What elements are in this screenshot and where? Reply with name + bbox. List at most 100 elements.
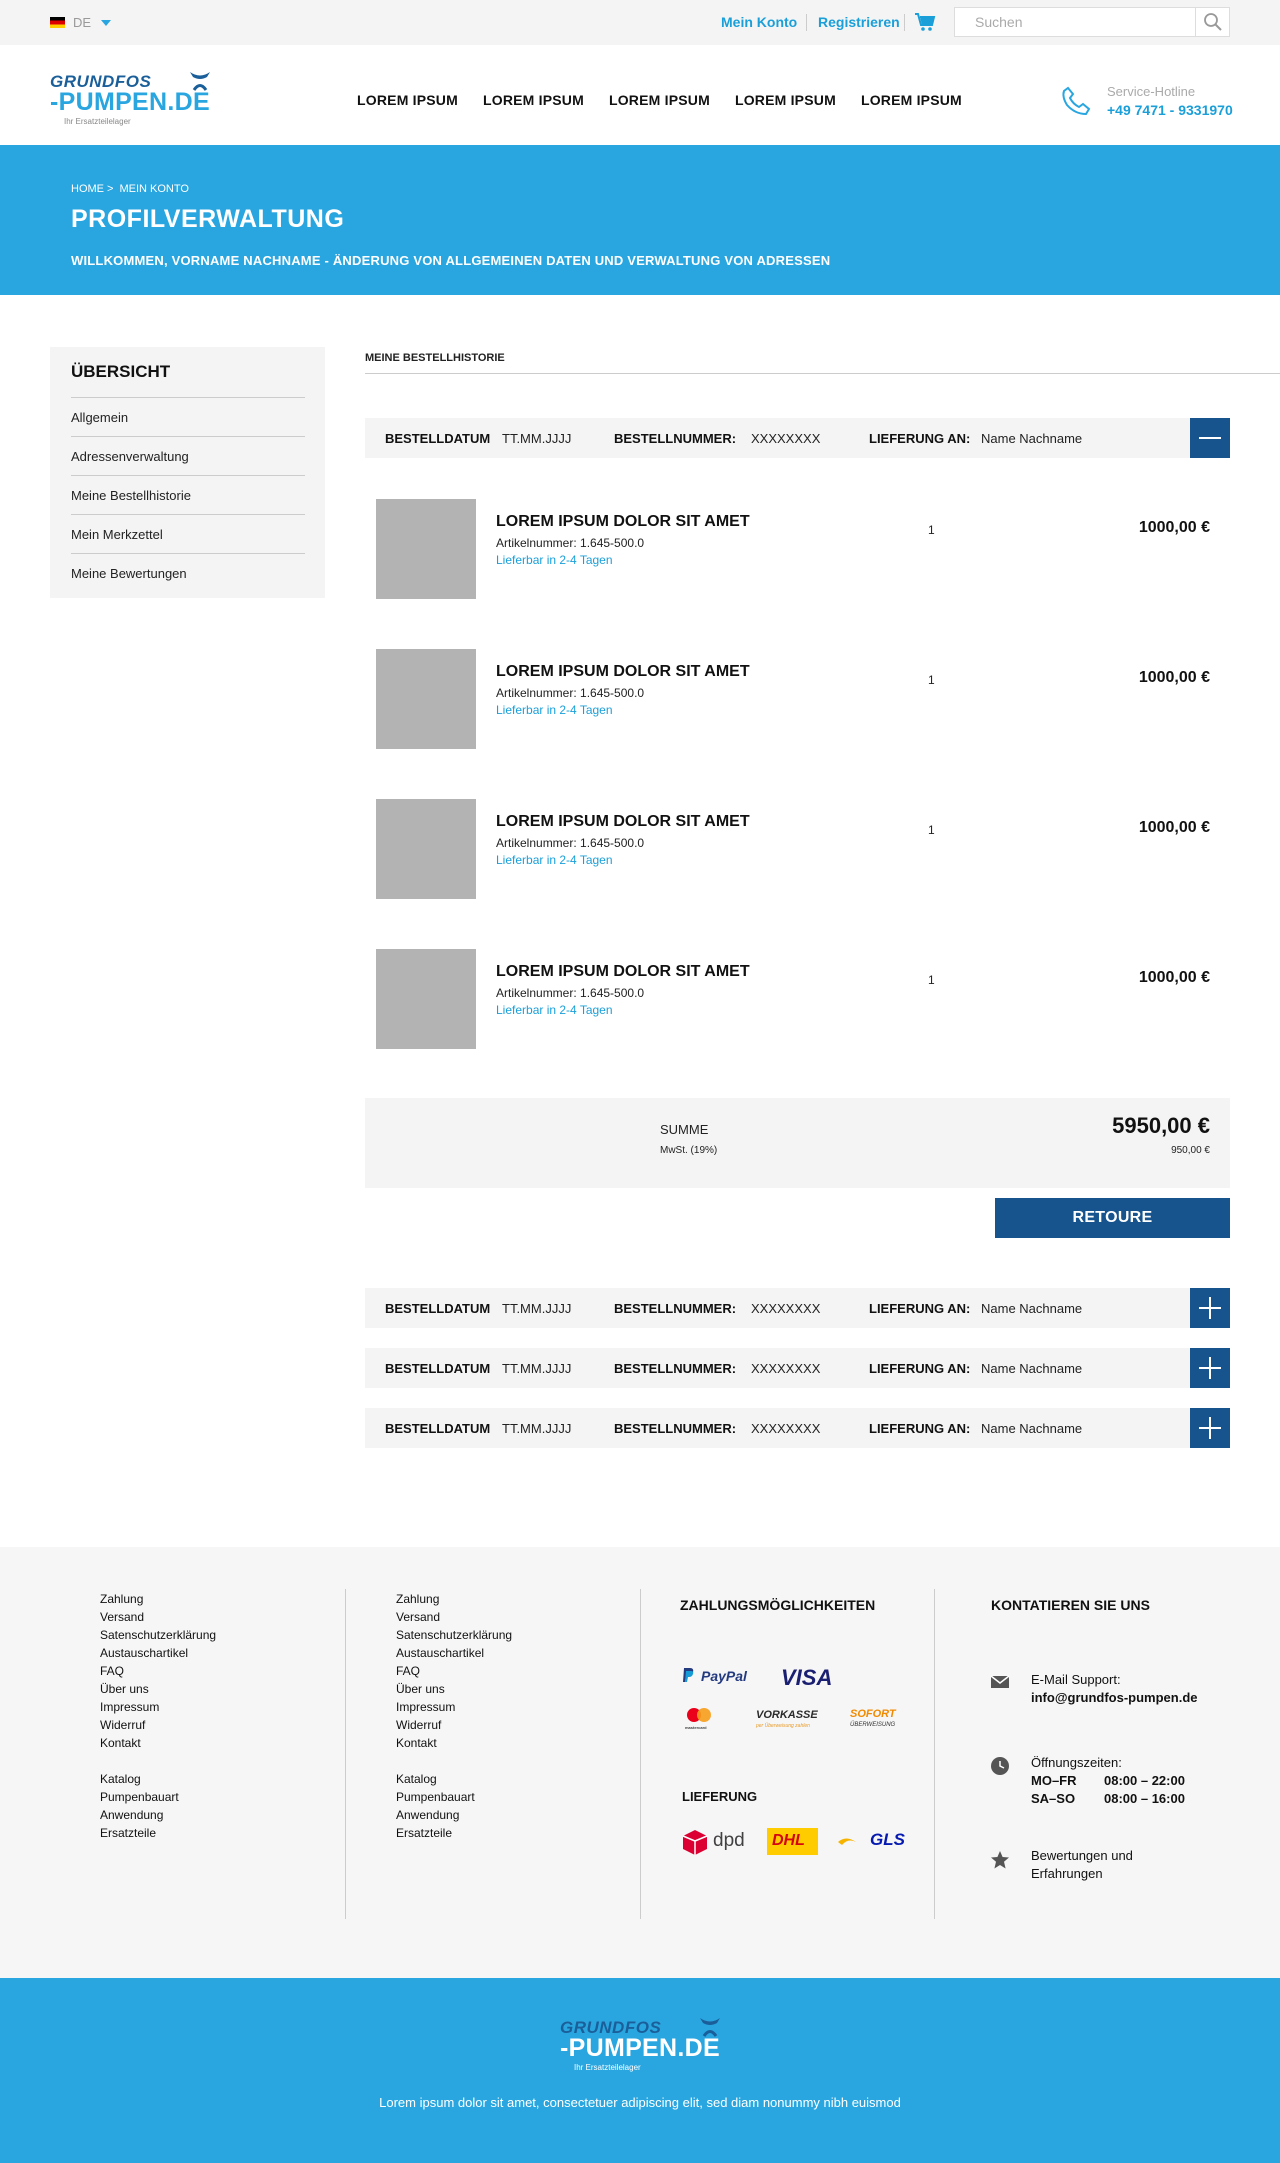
reviews-line2: Erfahrungen — [1031, 1866, 1103, 1881]
footer-link[interactable]: Über uns — [100, 1680, 216, 1698]
product-title[interactable]: LOREM IPSUM DOLOR SIT AMET — [496, 513, 750, 531]
divider — [365, 373, 1280, 374]
footer-link[interactable]: Über uns — [396, 1680, 512, 1698]
order-header[interactable]: BESTELLDATUM TT.MM.JJJJ BESTELLNUMMER: X… — [365, 1288, 1230, 1328]
footer-link[interactable]: Satenschutzerklärung — [100, 1626, 216, 1644]
footer-link[interactable]: Pumpenbauart — [396, 1788, 512, 1806]
footer-link[interactable]: Zahlung — [100, 1590, 216, 1608]
footer-link[interactable]: Ersatzteile — [396, 1824, 512, 1842]
expand-button[interactable] — [1190, 1288, 1230, 1328]
footer-link[interactable]: Kontakt — [100, 1734, 216, 1752]
nav-item-5[interactable]: LOREM IPSUM — [861, 92, 962, 108]
email-link[interactable]: info@grundfos-pumpen.de — [1031, 1689, 1198, 1707]
product-image[interactable] — [376, 649, 476, 749]
sum-label: SUMME — [660, 1122, 709, 1137]
nav-item-4[interactable]: LOREM IPSUM — [735, 92, 836, 108]
breadcrumb: HOME > MEIN KONTO — [71, 183, 189, 195]
register-link[interactable]: Registrieren — [818, 14, 900, 30]
order-header[interactable]: BESTELLDATUM TT.MM.JJJJ BESTELLNUMMER: X… — [365, 1348, 1230, 1388]
footer-link[interactable]: Anwendung — [100, 1806, 216, 1824]
footer-link[interactable]: Zahlung — [396, 1590, 512, 1608]
sidebar-item-wishlist[interactable]: Mein Merkzettel — [71, 515, 305, 554]
account-link[interactable]: Mein Konto — [721, 14, 797, 30]
footer-link[interactable]: Austauschartikel — [396, 1644, 512, 1662]
footer-logo[interactable]: GRUNDFOS -PUMPEN.DE Ihr Ersatzteilelager — [560, 2018, 732, 2088]
footer-link[interactable]: Austauschartikel — [100, 1644, 216, 1662]
collapse-button[interactable] — [1190, 418, 1230, 458]
footer-link[interactable]: Anwendung — [396, 1806, 512, 1824]
hours-days: MO–FR — [1031, 1773, 1077, 1788]
footer-link[interactable]: Widerruf — [396, 1716, 512, 1734]
nav-item-1[interactable]: LOREM IPSUM — [357, 92, 458, 108]
cart-icon[interactable] — [914, 11, 936, 33]
footer-link[interactable]: Ersatzteile — [100, 1824, 216, 1842]
hotline-number[interactable]: +49 7471 - 9331970 — [1107, 102, 1233, 118]
search-input[interactable] — [955, 8, 1195, 36]
order-header[interactable]: BESTELLDATUM TT.MM.JJJJ BESTELLNUMMER: X… — [365, 418, 1230, 458]
article-number: Artikelnummer: 1.645-500.0 — [496, 836, 645, 850]
language-label: DE — [73, 15, 92, 30]
search-box — [954, 7, 1230, 37]
breadcrumb-account[interactable]: MEIN KONTO — [119, 183, 188, 195]
product-title[interactable]: LOREM IPSUM DOLOR SIT AMET — [496, 813, 750, 831]
reviews-link[interactable]: Bewertungen und Erfahrungen — [1031, 1847, 1133, 1883]
order-item: LOREM IPSUM DOLOR SIT AMET Artikelnummer… — [365, 485, 1230, 605]
order-date: TT.MM.JJJJ — [502, 1361, 572, 1376]
order-date: TT.MM.JJJJ — [502, 431, 572, 446]
language-selector[interactable]: DE — [50, 15, 112, 30]
availability: Lieferbar in 2-4 Tagen — [496, 1003, 613, 1017]
search-button[interactable] — [1195, 8, 1229, 36]
sidebar-item-reviews[interactable]: Meine Bewertungen — [71, 554, 305, 592]
sidebar-item-addresses[interactable]: Adressenverwaltung — [71, 437, 305, 476]
product-title[interactable]: LOREM IPSUM DOLOR SIT AMET — [496, 963, 750, 981]
footer-link[interactable]: Katalog — [396, 1770, 512, 1788]
footer-link[interactable]: Katalog — [100, 1770, 216, 1788]
vat-label: MwSt. (19%) — [660, 1145, 718, 1156]
sidebar-item-general[interactable]: Allgemein — [71, 398, 305, 437]
footer-link[interactable]: FAQ — [396, 1662, 512, 1680]
chevron-down-icon — [101, 19, 112, 26]
order-delivery-label: LIEFERUNG AN: — [869, 431, 971, 446]
delivery-heading: LIEFERUNG — [682, 1789, 758, 1804]
footer-link[interactable]: Versand — [396, 1608, 512, 1626]
divider — [904, 14, 905, 31]
product-title[interactable]: LOREM IPSUM DOLOR SIT AMET — [496, 663, 750, 681]
nav-item-3[interactable]: LOREM IPSUM — [609, 92, 710, 108]
footer-link[interactable]: Pumpenbauart — [100, 1788, 216, 1806]
product-image[interactable] — [376, 949, 476, 1049]
sidebar-item-order-history[interactable]: Meine Bestellhistorie — [71, 476, 305, 515]
footer-link[interactable]: Impressum — [100, 1698, 216, 1716]
footer-link[interactable]: Impressum — [396, 1698, 512, 1716]
page-subtitle: WILLKOMMEN, VORNAME NACHNAME - ÄNDERUNG … — [71, 253, 831, 268]
footer-link[interactable]: Satenschutzerklärung — [396, 1626, 512, 1644]
footer-links-col1: Zahlung Versand Satenschutzerklärung Aus… — [100, 1590, 216, 1842]
footer-link[interactable]: Widerruf — [100, 1716, 216, 1734]
star-icon — [991, 1851, 1009, 1869]
footer-link[interactable]: Versand — [100, 1608, 216, 1626]
page-title: PROFILVERWALTUNG — [71, 205, 345, 233]
minus-icon — [1199, 437, 1221, 439]
tab-order-history[interactable]: MEINE BESTELLHISTORIE — [365, 352, 505, 364]
order-number-label: BESTELLNUMMER: — [614, 1361, 737, 1376]
order-header[interactable]: BESTELLDATUM TT.MM.JJJJ BESTELLNUMMER: X… — [365, 1408, 1230, 1448]
breadcrumb-home[interactable]: HOME > — [71, 183, 113, 195]
retoure-button[interactable]: RETOURE — [995, 1198, 1230, 1238]
price: 1000,00 € — [1138, 969, 1210, 986]
email-label: E-Mail Support: — [1031, 1672, 1121, 1687]
product-image[interactable] — [376, 499, 476, 599]
product-image[interactable] — [376, 799, 476, 899]
availability: Lieferbar in 2-4 Tagen — [496, 553, 613, 567]
price: 1000,00 € — [1138, 669, 1210, 686]
expand-button[interactable] — [1190, 1408, 1230, 1448]
vorkasse-subtitle: per Überweisung zahlen — [756, 1723, 810, 1729]
footer-link[interactable]: Kontakt — [396, 1734, 512, 1752]
mastercard-logo: mastercard — [685, 1725, 707, 1730]
order-number-label: BESTELLNUMMER: — [614, 1421, 737, 1436]
order-date: TT.MM.JJJJ — [502, 1421, 572, 1436]
expand-button[interactable] — [1190, 1348, 1230, 1388]
availability: Lieferbar in 2-4 Tagen — [496, 703, 613, 717]
article-number: Artikelnummer: 1.645-500.0 — [496, 686, 645, 700]
nav-item-2[interactable]: LOREM IPSUM — [483, 92, 584, 108]
logo[interactable]: GRUNDFOS -PUMPEN.DE Ihr Ersatzteilelager — [50, 72, 222, 142]
footer-link[interactable]: FAQ — [100, 1662, 216, 1680]
